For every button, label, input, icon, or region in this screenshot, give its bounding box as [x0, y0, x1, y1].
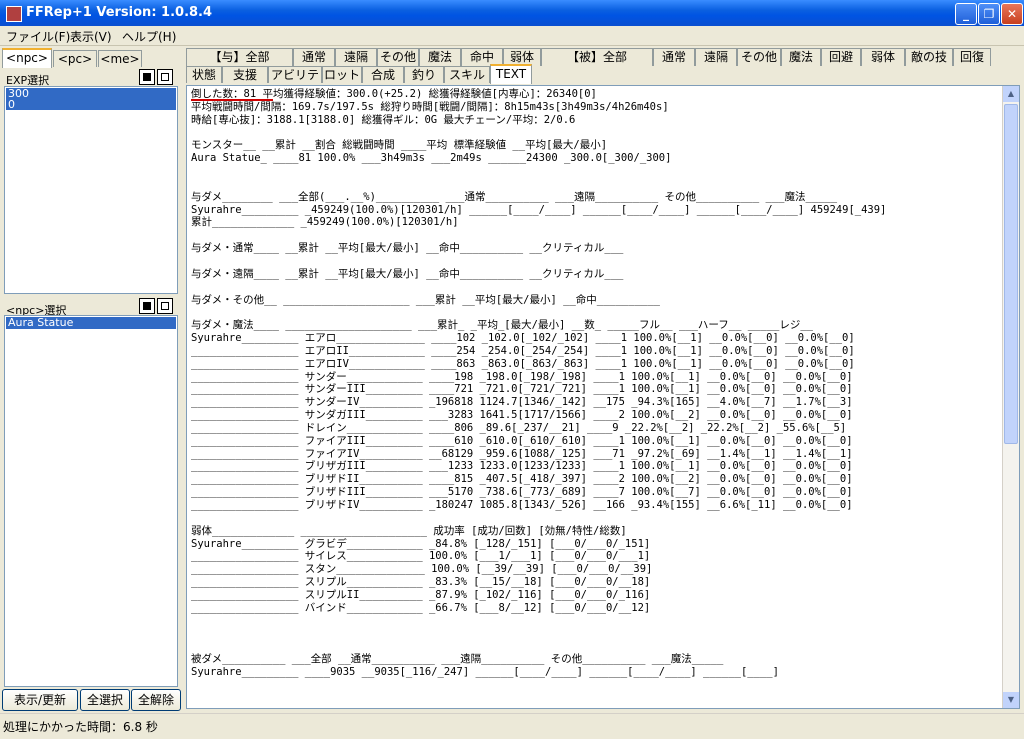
tab-ability[interactable]: アビリティ: [268, 66, 322, 98]
report-line: Aura Statue_ ____81 100.0% ___3h49m3s __…: [191, 152, 672, 165]
app-icon: [6, 6, 22, 22]
tab-dealt-all[interactable]: 【与】全部: [186, 48, 293, 66]
report-line: _________________ エアロIV____________ ____…: [191, 357, 855, 370]
tab-lot[interactable]: ロット: [322, 66, 362, 83]
report-line: _________________ ブリザドIII_________ ___51…: [191, 486, 853, 499]
report-line: _________________ ドレイン____________ ____8…: [191, 421, 847, 434]
tab-text[interactable]: TEXT: [490, 64, 532, 84]
report-line: モンスター__ __累計 __割合 総戦闘時間 ____平均 標準経験値 __平…: [191, 139, 608, 152]
tab-dealt-ranged[interactable]: 遠隔: [335, 48, 377, 66]
report-line: _________________ ブリザガIII_________ ___12…: [191, 460, 853, 473]
report-text: 倒した数：81 平均獲得経験値：300.0(+25.2) 総獲得経験値[内専心]…: [187, 86, 1019, 681]
list-item[interactable]: 300: [6, 88, 176, 99]
scroll-thumb[interactable]: [1004, 104, 1018, 444]
report-line: Syurahre_________ グラビデ____________ _84.8…: [191, 537, 651, 550]
tab-taken-evasion[interactable]: 回避: [821, 48, 861, 66]
tab-taken-other[interactable]: その他: [737, 48, 781, 66]
tab-taken-debuff[interactable]: 弱体: [861, 48, 905, 66]
report-line: 与ダメ・通常____ __累計 __平均[最大/最小] __命中________…: [191, 242, 624, 255]
scroll-down-icon[interactable]: ▼: [1003, 692, 1019, 708]
tab-npc[interactable]: <npc>: [2, 48, 52, 68]
report-line: _________________ スリプル____________ _83.3…: [191, 576, 651, 589]
tab-taken-magic[interactable]: 魔法: [781, 48, 821, 66]
report-line: _________________ ファイアIII_________ ____6…: [191, 434, 853, 447]
tab-taken-all[interactable]: 【被】全部: [541, 48, 653, 66]
title-bar: FFRep+1 Version: 1.0.8.4 _ ❐ ✕: [0, 0, 1024, 26]
menu-help[interactable]: ヘルプ(H): [122, 28, 176, 45]
report-line: _________________ サンダーIV__________ _1968…: [191, 396, 853, 409]
report-line: 与ダメ・その他__ ____________________ ___累計 __平…: [191, 293, 660, 306]
close-button[interactable]: ✕: [1001, 3, 1023, 25]
report-line: 与ダメ・魔法____ ____________________ ___累計_ _…: [191, 319, 813, 332]
report-line: 被ダメ__________ ___全部 __通常__________ ___遠隔…: [191, 653, 724, 666]
tab-recovery[interactable]: 回復: [953, 48, 991, 66]
menu-view[interactable]: 表示(V): [70, 28, 112, 45]
report-line: 累計_____________ _459249(100.0%)[120301/h…: [191, 216, 459, 229]
select-all-button[interactable]: 全選択: [80, 689, 130, 711]
report-line: 弱体_____________ ____________________ 成功率…: [191, 524, 627, 537]
list-item[interactable]: Aura Statue: [6, 317, 176, 329]
tab-fishing[interactable]: 釣り: [404, 66, 444, 83]
npc-deselect-toggle[interactable]: [157, 298, 173, 314]
tab-pc[interactable]: <pc>: [53, 50, 97, 67]
tab-taken-normal[interactable]: 通常: [653, 48, 695, 66]
tab-synthesis[interactable]: 合成: [362, 66, 404, 83]
status-text: 処理にかかった時間：6.8 秒: [3, 720, 158, 734]
tab-dealt-magic[interactable]: 魔法: [419, 48, 461, 66]
exp-select-all-toggle[interactable]: [139, 69, 155, 85]
tab-dealt-normal[interactable]: 通常: [293, 48, 335, 66]
report-line: 与ダメ________ ___全部(___.__%)__________ ___…: [191, 190, 838, 203]
tab-skill[interactable]: スキル: [444, 66, 490, 83]
report-line: 与ダメ・遠隔____ __累計 __平均[最大/最小] __命中________…: [191, 267, 624, 280]
report-line: _________________ ファイアIV__________ __681…: [191, 447, 853, 460]
npc-select-all-toggle[interactable]: [139, 298, 155, 314]
report-line: _________________ バインド____________ _66.7…: [191, 601, 651, 614]
report-line: Syurahre_________ エアロ______________ ____…: [191, 332, 855, 345]
report-line: _________________ エアロII____________ ____…: [191, 344, 855, 357]
report-line: 平均戦闘時間/間隔：169.7s/197.5s 総狩り時間[戦闘/間隔]：8h1…: [191, 100, 669, 113]
deselect-all-button[interactable]: 全解除: [131, 689, 181, 711]
report-line: _________________ スリプルII__________ _87.9…: [191, 588, 651, 601]
status-bar: 処理にかかった時間：6.8 秒: [0, 713, 1024, 739]
exp-deselect-toggle[interactable]: [157, 69, 173, 85]
tab-status[interactable]: 状態: [186, 66, 222, 83]
maximize-button[interactable]: ❐: [978, 3, 1000, 25]
minimize-button[interactable]: _: [955, 3, 977, 25]
report-line: _________________ サンダー____________ ____1…: [191, 370, 853, 383]
vertical-scrollbar[interactable]: ▲ ▼: [1002, 86, 1019, 708]
report-line: Syurahre_________ ____9035 __9035[_116/_…: [191, 665, 779, 678]
report-line: _________________ スタン______________ 100.…: [191, 563, 653, 576]
report-line: _________________ サンダガIII_________ ___32…: [191, 409, 853, 422]
window-title: FFRep+1 Version: 1.0.8.4: [26, 5, 213, 20]
tab-enemy-skills[interactable]: 敵の技: [905, 48, 953, 66]
tab-dealt-other[interactable]: その他: [377, 48, 419, 66]
report-line: 時給[専心抜]：3188.1[3188.0] 総獲得ギル：0G 最大チェーン/平…: [191, 113, 576, 126]
tab-taken-ranged[interactable]: 遠隔: [695, 48, 737, 66]
report-line: _________________ ブリザドII__________ ____8…: [191, 473, 853, 486]
report-text-area[interactable]: 倒した数：81 平均獲得経験値：300.0(+25.2) 総獲得経験値[内専心]…: [186, 85, 1020, 709]
list-item[interactable]: 0: [6, 99, 176, 110]
report-line: Syurahre_________ _459249(100.0%)[120301…: [191, 203, 887, 216]
highlight-underline: [191, 99, 273, 101]
exp-list[interactable]: 300 0: [4, 86, 178, 294]
report-line: _________________ サイレス____________ 100.0…: [191, 550, 651, 563]
report-line: _________________ サンダーIII_________ ____7…: [191, 383, 853, 396]
menu-file[interactable]: ファイル(F): [6, 28, 70, 45]
menu-bar: ファイル(F) 表示(V) ヘルプ(H): [0, 26, 1024, 46]
scroll-up-icon[interactable]: ▲: [1003, 86, 1019, 102]
npc-list[interactable]: Aura Statue: [4, 315, 178, 687]
tab-support[interactable]: 支援: [222, 66, 268, 83]
report-line: _________________ ブリザドIV__________ _1802…: [191, 499, 853, 511]
tab-me[interactable]: <me>: [98, 50, 142, 67]
show-update-button[interactable]: 表示/更新: [2, 689, 78, 711]
